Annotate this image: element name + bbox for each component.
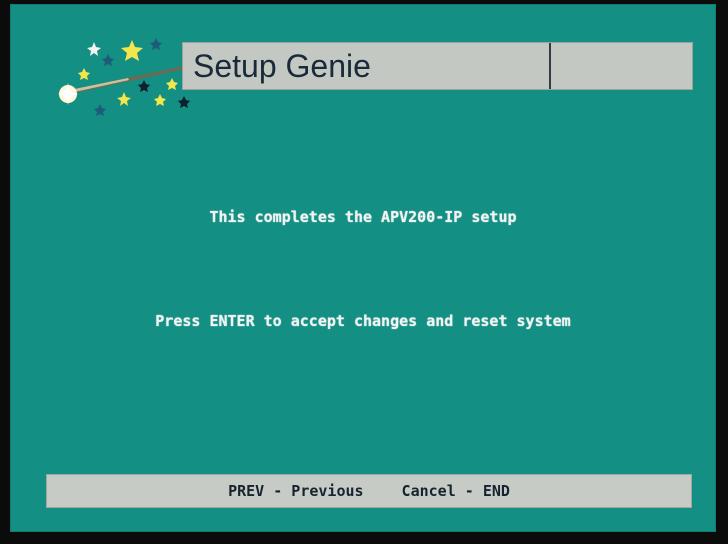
- prev-hint[interactable]: PREV - Previous: [228, 482, 363, 500]
- completion-message: This completes the APV200-IP setup: [209, 208, 517, 226]
- footer-bar: PREV - Previous Cancel - END: [46, 474, 692, 508]
- tv-screen: Setup Genie This completes the APV200-IP…: [10, 4, 716, 532]
- page-title: Setup Genie: [193, 48, 371, 84]
- title-side-box: [551, 43, 692, 89]
- magic-wand-stars-icon: [58, 38, 194, 116]
- title-bar: Setup Genie: [182, 42, 693, 90]
- instruction-message: Press ENTER to accept changes and reset …: [155, 312, 571, 330]
- cancel-hint[interactable]: Cancel - END: [402, 482, 510, 500]
